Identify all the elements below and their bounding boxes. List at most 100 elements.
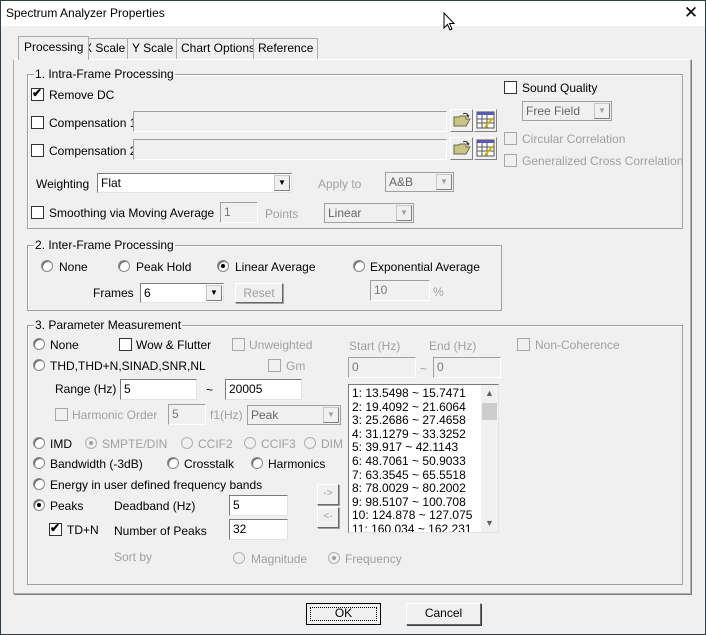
reset-button[interactable]: Reset [235,283,283,303]
tab-chart-options[interactable]: Chart Options [176,38,261,59]
gcc-checkbox[interactable] [504,154,517,167]
tab-y-scale[interactable]: Y Scale [127,38,179,59]
band-list-item[interactable]: 8: 78.0029 ~ 80.2002 [352,482,472,496]
chevron-down-icon[interactable]: ▼ [481,515,498,532]
range-start-field[interactable]: 5 [120,379,197,400]
peak-hold-radio[interactable] [118,260,130,272]
band-list-item[interactable]: 10: 124.878 ~ 127.075 [352,509,472,523]
sort-magnitude-radio[interactable] [233,552,245,564]
band-start-field[interactable]: 0 [348,357,416,378]
inter-frame-title: 2. Inter-Frame Processing [34,238,175,252]
circular-correlation-checkbox[interactable] [504,132,517,145]
tdn-label: TD+N [67,523,99,537]
band-list-item[interactable]: 4: 31.1279 ~ 33.3252 [352,427,472,442]
deadband-field[interactable]: 5 [229,495,288,516]
unweighted-checkbox[interactable] [232,338,245,351]
bands-list: 1: 13.5498 ~ 15.7471 2: 19.4092 ~ 21.6064… [352,386,472,532]
band-list-item[interactable]: 1: 13.5498 ~ 15.7471 [352,386,472,401]
remove-band-button[interactable]: <- [317,507,339,528]
bandwidth-radio[interactable] [33,457,45,469]
energy-bands-radio[interactable] [33,478,45,490]
compensation1-checkbox[interactable] [31,116,44,129]
band-list-item[interactable]: 5: 39.917 ~ 42.1143 [352,441,472,455]
range-label: Range (Hz) [55,382,117,396]
deadband-label: Deadband (Hz) [114,499,196,513]
close-icon[interactable]: ✕ [681,3,701,23]
range-end-field[interactable]: 20005 [225,379,302,400]
linear-average-radio[interactable] [217,260,229,272]
band-list-item[interactable]: 3: 25.2686 ~ 27.4658 [352,414,472,428]
param-none-radio[interactable] [33,338,45,350]
band-list-item[interactable]: 2: 19.4092 ~ 21.6064 [352,400,472,415]
band-list-item[interactable]: 6: 48.7061 ~ 50.9033 [352,454,472,469]
harmonic-order-label: Harmonic Order [72,408,158,422]
harmonic-order-field[interactable]: 5 [168,404,206,425]
smpte-din-radio[interactable] [85,437,97,449]
crosstalk-radio[interactable] [167,457,179,469]
gm-checkbox[interactable] [268,359,281,372]
chevron-up-icon[interactable]: ▲ [481,385,498,402]
compensation2-label: Compensation 2 [49,144,137,158]
field-mode-select[interactable]: Free Field ▼ [522,101,612,121]
harmonics-label: Harmonics [268,457,326,471]
peaks-radio[interactable] [33,499,45,511]
frames-select[interactable]: 6 ▼ [140,283,224,303]
energy-bands-label: Energy in user defined frequency bands [50,478,263,492]
field-mode-value: Free Field [526,104,581,118]
open-file2-button[interactable] [450,137,473,160]
chevron-down-icon: ▼ [274,175,290,191]
sound-quality-checkbox[interactable] [504,81,517,94]
bands-scrollbar[interactable]: ▲ ▼ [481,385,498,532]
band-list-item[interactable]: 9: 98.5107 ~ 100.708 [352,495,472,510]
harmonics-radio[interactable] [251,457,263,469]
ok-button[interactable]: OK [306,603,381,625]
gm-label: Gm [286,359,306,373]
open-file1-button[interactable] [450,109,473,132]
chevron-down-icon: ▼ [594,103,610,119]
ccif3-label: CCIF3 [261,437,296,451]
percent-label: % [433,285,444,299]
exp-average-field[interactable]: 10 [370,280,430,301]
smoothing-mode-select[interactable]: Linear ▼ [324,203,414,223]
compensation2-field[interactable] [133,139,447,160]
weighting-select[interactable]: Flat ▼ [97,173,292,193]
sort-frequency-radio[interactable] [328,552,340,564]
compensation1-field[interactable] [133,111,447,132]
add-band-button[interactable]: -> [317,484,339,505]
frames-value: 6 [144,286,151,300]
dim-radio[interactable] [304,437,316,449]
thd-radio[interactable] [33,359,45,371]
points-label: Points [265,207,299,221]
tab-reference[interactable]: Reference [253,38,319,59]
scrollbar-thumb[interactable] [482,403,497,420]
table-edit-icon [476,111,495,129]
smoothing-points-field[interactable]: 1 [220,202,258,223]
smoothing-checkbox[interactable] [31,206,44,219]
harmonic-order-checkbox[interactable] [55,408,68,421]
num-peaks-field[interactable]: 32 [229,519,288,540]
edit-table2-button[interactable] [474,137,497,160]
ccif3-radio[interactable] [244,437,256,449]
edit-table1-button[interactable] [474,109,497,132]
tab-processing[interactable]: Processing [18,36,90,60]
tdn-checkbox[interactable]: ✔ [49,521,62,536]
bands-listbox[interactable]: 1: 13.5498 ~ 15.7471 2: 19.4092 ~ 21.6064… [348,384,499,533]
band-end-field[interactable]: 0 [433,357,501,378]
ccif2-radio[interactable] [181,437,193,449]
cancel-button[interactable]: Cancel [406,603,481,625]
wow-flutter-checkbox[interactable] [119,338,132,351]
window-title: Spectrum Analyzer Properties [6,6,165,20]
apply-to-select[interactable]: A&B ▼ [385,172,454,192]
compensation2-checkbox[interactable] [31,144,44,157]
inter-none-radio[interactable] [41,260,53,272]
imd-radio[interactable] [33,437,45,449]
remove-dc-checkbox[interactable]: ✔ [31,86,44,101]
f1-select[interactable]: Peak ▼ [247,405,341,425]
band-list-item[interactable]: 7: 63.3545 ~ 65.5518 [352,468,472,483]
band-list-item[interactable]: 11: 160.034 ~ 162.231 [352,522,472,532]
non-coherence-checkbox[interactable] [517,338,530,351]
apply-to-value: A&B [389,175,414,189]
gcc-label: Generalized Cross Correlation [522,154,684,168]
linear-average-label: Linear Average [235,260,316,274]
exponential-average-radio[interactable] [353,260,365,272]
